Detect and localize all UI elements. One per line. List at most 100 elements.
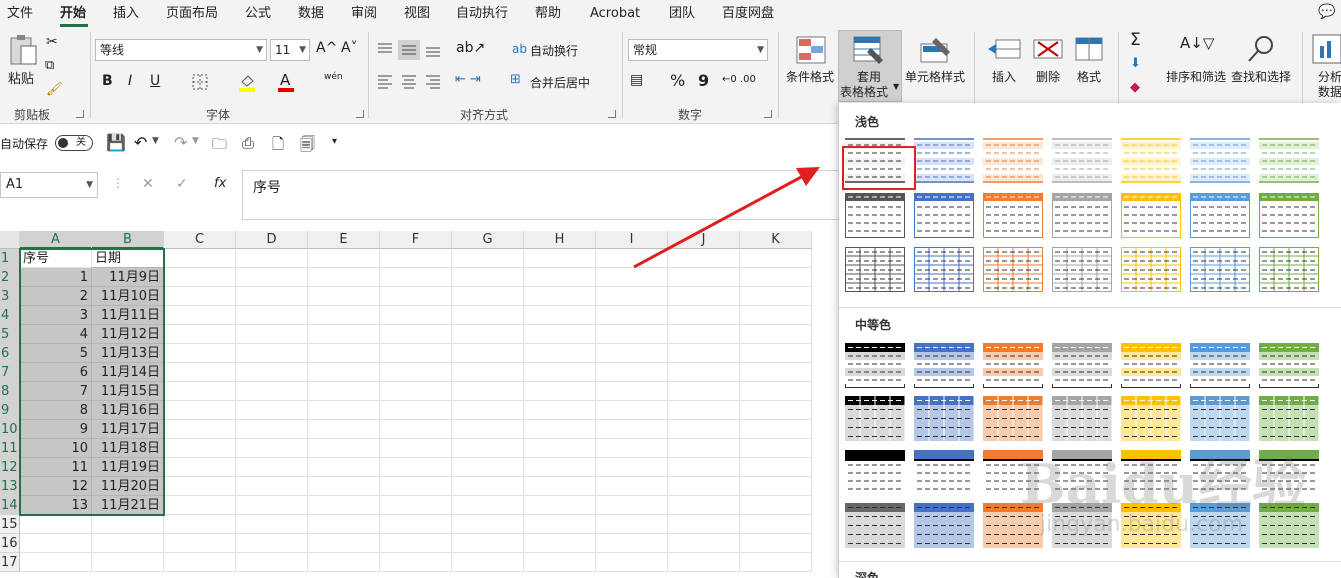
cell[interactable] [236,325,308,344]
cell[interactable] [20,515,92,534]
cell[interactable] [380,553,452,572]
row-header[interactable]: 13 [0,477,20,496]
cell[interactable] [380,496,452,515]
phonetic-guide-button[interactable]: wén [324,72,343,82]
row-header[interactable]: 11 [0,439,20,458]
table-style-swatch[interactable] [983,193,1043,238]
cell[interactable] [596,515,668,534]
cell[interactable] [164,249,236,268]
cell[interactable]: 11月21日 [92,496,164,515]
cell[interactable] [596,458,668,477]
table-style-swatch[interactable] [845,247,905,292]
column-header[interactable]: D [236,231,308,249]
cell[interactable] [740,553,812,572]
cell[interactable] [524,515,596,534]
table-style-swatch[interactable] [983,247,1043,292]
cell[interactable] [380,268,452,287]
cell[interactable] [524,534,596,553]
currency-icon[interactable]: ▤ [630,72,643,88]
cell[interactable] [308,496,380,515]
cell[interactable] [380,382,452,401]
cell[interactable] [380,401,452,420]
cell[interactable] [596,553,668,572]
customize-qat-icon[interactable]: ▾ [332,136,337,147]
font-color-button[interactable]: A [280,71,290,89]
find-select-icon[interactable] [1246,34,1276,64]
table-style-swatch[interactable] [914,503,974,548]
cell[interactable] [164,534,236,553]
cell[interactable] [524,268,596,287]
row-header[interactable]: 16 [0,534,20,553]
cell[interactable] [308,553,380,572]
cell[interactable] [452,344,524,363]
conditional-formatting-icon[interactable] [796,36,826,66]
cell[interactable] [668,534,740,553]
cell[interactable] [308,439,380,458]
formula-input[interactable]: 序号 [242,170,842,220]
cell[interactable] [668,496,740,515]
cell[interactable] [596,249,668,268]
cell[interactable] [452,515,524,534]
cell[interactable] [452,287,524,306]
cell[interactable] [740,439,812,458]
row-header[interactable]: 8 [0,382,20,401]
cell[interactable] [236,382,308,401]
cell[interactable] [452,325,524,344]
row-header[interactable]: 3 [0,287,20,306]
cell[interactable] [524,325,596,344]
column-header[interactable]: G [452,231,524,249]
cell[interactable] [308,458,380,477]
cell[interactable]: 11月20日 [92,477,164,496]
sort-filter-button[interactable]: 排序和筛选 [1166,68,1226,85]
column-header[interactable]: K [740,231,812,249]
cell[interactable] [380,306,452,325]
cell[interactable] [596,401,668,420]
cell[interactable] [308,325,380,344]
cell[interactable] [164,496,236,515]
new-file-icon[interactable]: 🗋 [272,134,284,159]
cell[interactable] [668,515,740,534]
format-painter-icon[interactable]: 🖌 [46,82,63,97]
cell[interactable] [668,249,740,268]
cell[interactable]: 12 [20,477,92,496]
cell[interactable]: 日期 [92,249,164,268]
cell[interactable] [308,420,380,439]
cell[interactable] [236,553,308,572]
cell[interactable] [452,534,524,553]
cell[interactable] [236,401,308,420]
cell[interactable]: 4 [20,325,92,344]
table-style-swatch[interactable] [1052,343,1112,388]
cell[interactable] [308,382,380,401]
cell[interactable] [740,534,812,553]
cell[interactable] [668,287,740,306]
cell[interactable] [380,439,452,458]
table-style-swatch[interactable] [1259,343,1319,388]
confirm-entry-button[interactable]: ✓ [176,176,188,192]
cell[interactable] [164,553,236,572]
chevron-down-icon[interactable]: ▼ [192,136,199,146]
cell[interactable] [524,306,596,325]
menu-data[interactable]: 数据 [298,4,324,24]
cell[interactable] [236,477,308,496]
cell[interactable] [452,249,524,268]
cell-styles-icon[interactable] [920,36,952,66]
row-header[interactable]: 17 [0,553,20,572]
cell[interactable] [524,496,596,515]
cell[interactable] [380,249,452,268]
column-header[interactable]: I [596,231,668,249]
table-style-swatch[interactable] [1121,396,1182,441]
cell[interactable] [524,458,596,477]
table-style-swatch[interactable] [914,396,975,441]
cell[interactable] [668,268,740,287]
cell[interactable] [668,306,740,325]
cell[interactable] [740,344,812,363]
table-style-swatch[interactable] [1121,343,1181,388]
table-style-swatch[interactable] [1190,247,1250,292]
cell[interactable] [740,325,812,344]
menu-file[interactable]: 文件 [7,4,33,24]
cell[interactable] [20,534,92,553]
cell[interactable] [668,363,740,382]
underline-button[interactable]: U [150,73,160,89]
table-style-swatch[interactable] [1121,247,1181,292]
format-as-table-icon[interactable] [853,36,885,66]
